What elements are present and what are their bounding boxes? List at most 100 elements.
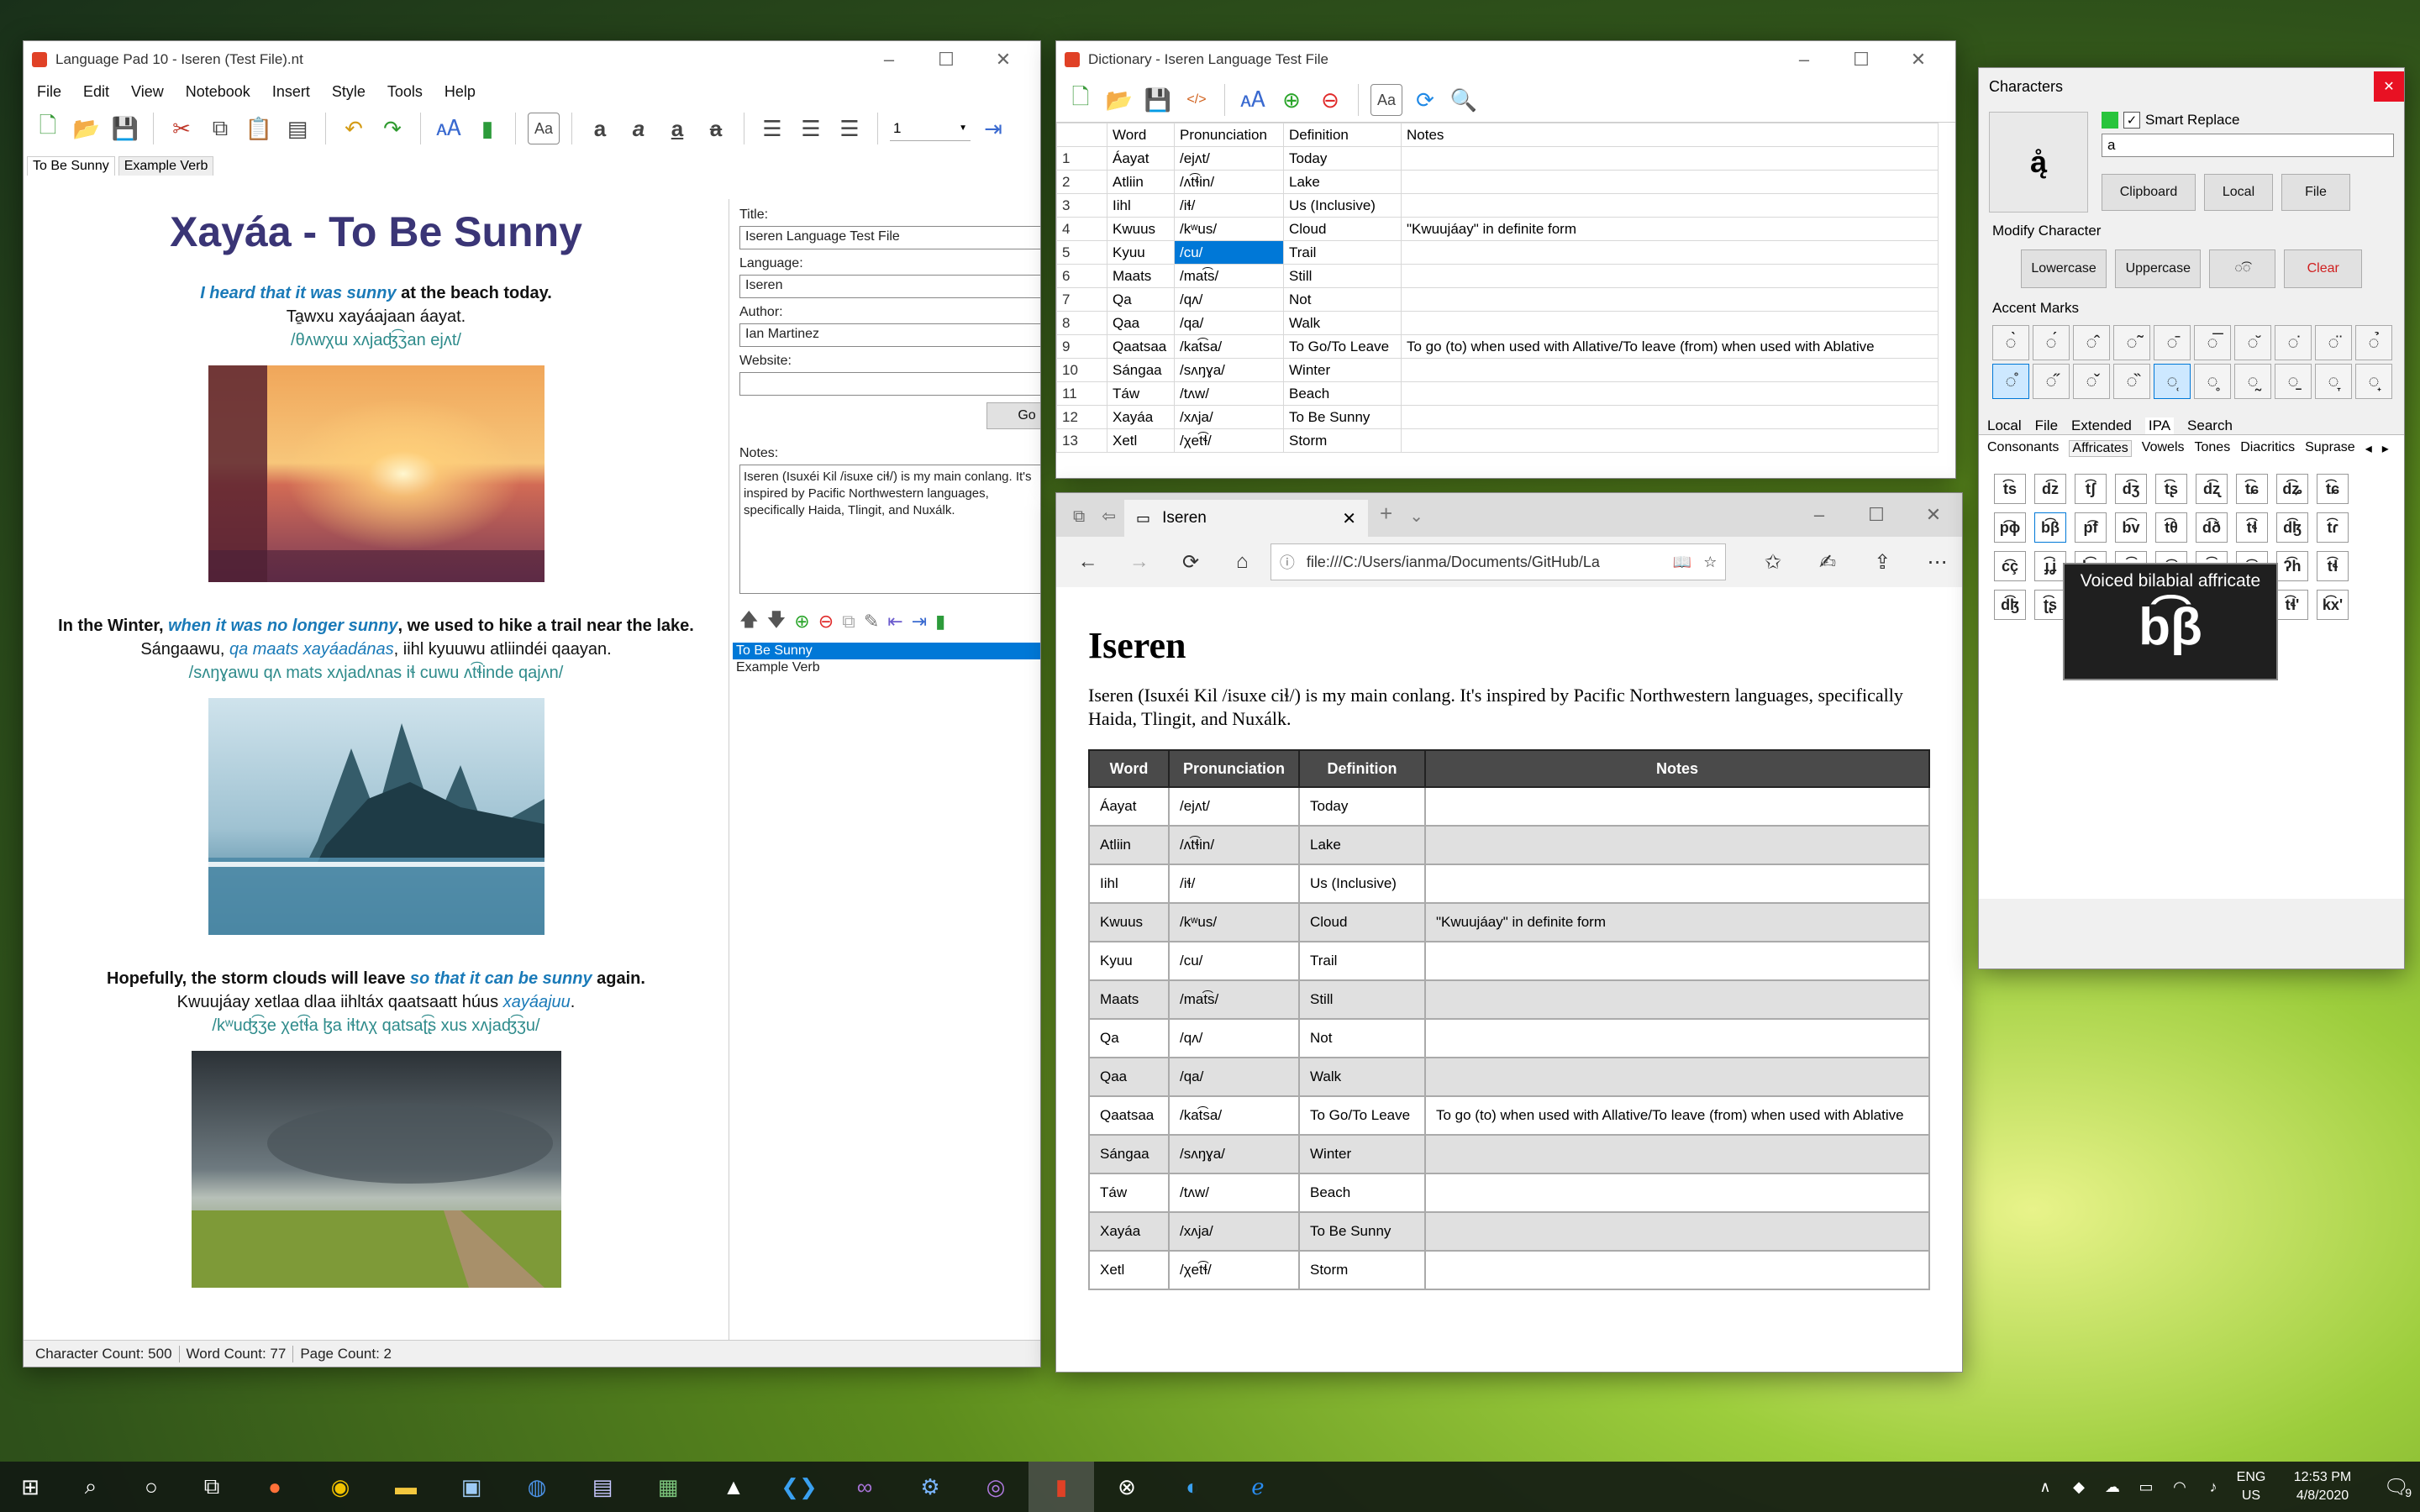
definition-cell[interactable]: Storm bbox=[1283, 428, 1402, 453]
word-cell[interactable]: Qaa bbox=[1107, 311, 1175, 335]
battery-icon[interactable]: ▭ bbox=[2129, 1462, 2163, 1512]
maximize-icon[interactable]: ☐ bbox=[918, 41, 975, 78]
page-list-item-example-verb[interactable]: Example Verb bbox=[733, 659, 1040, 676]
clipboard-button[interactable]: Clipboard bbox=[2102, 174, 2196, 211]
save-icon[interactable]: 💾 bbox=[1142, 84, 1174, 116]
notes-cell[interactable] bbox=[1401, 193, 1939, 218]
qbittorrent-icon[interactable]: ◍ bbox=[504, 1462, 570, 1512]
word-cell[interactable]: Xayáa bbox=[1107, 405, 1175, 429]
title-field[interactable]: Iseren Language Test File bbox=[739, 226, 1040, 249]
page-number-select[interactable]: 1 ▼ bbox=[890, 116, 971, 141]
accent-mark-button[interactable]: ◌̞ bbox=[2315, 364, 2352, 399]
page-list-item-to-be-sunny[interactable]: To Be Sunny bbox=[733, 643, 1040, 659]
volume-icon[interactable]: ♪ bbox=[2196, 1462, 2230, 1512]
dictionary-row[interactable]: 10 Sángaa/sʌŋɣa/Winter bbox=[1056, 358, 1939, 382]
definition-cell[interactable]: Cloud bbox=[1283, 217, 1402, 241]
pronunciation-cell[interactable]: /mat͡s/ bbox=[1174, 264, 1284, 288]
language-field[interactable]: Iseren bbox=[739, 275, 1040, 298]
app-icon[interactable]: ▤ bbox=[570, 1462, 635, 1512]
dictionary-row[interactable]: 5 Kyuu/cu/Trail bbox=[1056, 240, 1939, 265]
menu-insert[interactable]: Insert bbox=[272, 83, 310, 101]
dictionary-row[interactable]: 3 Iihl/iɬ/Us (Inclusive) bbox=[1056, 193, 1939, 218]
definition-cell[interactable]: To Go/To Leave bbox=[1283, 334, 1402, 359]
menu-file[interactable]: File bbox=[37, 83, 61, 101]
column-word[interactable]: Word bbox=[1107, 123, 1175, 147]
word-cell[interactable]: Kyuu bbox=[1107, 240, 1175, 265]
accent-mark-button[interactable]: ◌̇ bbox=[2275, 325, 2312, 360]
favorite-star-icon[interactable]: ☆ bbox=[1703, 554, 1717, 571]
tab-actions-icon[interactable]: ⧉ bbox=[1065, 507, 1093, 537]
align-center-icon[interactable]: ☰ bbox=[795, 113, 827, 144]
start-windows-icon[interactable]: ⊞ bbox=[0, 1462, 60, 1512]
affricate-button[interactable]: d͡ʑ bbox=[2276, 474, 2308, 504]
book-icon[interactable]: ▮ bbox=[935, 611, 945, 633]
notes-field[interactable]: Iseren (Isuxéi Kil /isuxe ciɬ/) is my ma… bbox=[739, 465, 1040, 594]
pronunciation-cell[interactable]: /xʌja/ bbox=[1174, 405, 1284, 429]
chevron-up-icon[interactable]: ∧ bbox=[2028, 1462, 2062, 1512]
tab-vowels[interactable]: Vowels bbox=[2142, 440, 2185, 457]
dictionary-row[interactable]: 8 Qaa/qa/Walk bbox=[1056, 311, 1939, 335]
cortana-icon[interactable]: ○ bbox=[121, 1462, 182, 1512]
dictionary-icon[interactable]: 🗚 bbox=[1237, 84, 1269, 116]
undo-icon[interactable]: ↶ bbox=[338, 113, 370, 144]
add-page-icon[interactable]: ⊕ bbox=[794, 611, 809, 633]
lowercase-button[interactable]: Lowercase bbox=[2021, 249, 2107, 288]
notebook-icon[interactable]: ▮ bbox=[471, 113, 503, 144]
affricate-button[interactable]: t͡ʃ bbox=[2075, 474, 2107, 504]
affricate-button[interactable]: d͡ɮ bbox=[1994, 590, 2026, 620]
minimize-icon[interactable]: – bbox=[1776, 41, 1833, 78]
pronunciation-cell[interactable]: /qa/ bbox=[1174, 311, 1284, 335]
tab-ipa[interactable]: IPA bbox=[2144, 417, 2175, 434]
accent-mark-button[interactable]: ◌̰ bbox=[2234, 364, 2271, 399]
file-button[interactable]: File bbox=[2281, 174, 2350, 211]
onedrive-icon[interactable]: ☁ bbox=[2096, 1462, 2129, 1512]
close-icon[interactable]: ✕ bbox=[1890, 41, 1947, 78]
tab-search[interactable]: Search bbox=[2187, 417, 2233, 434]
new-tab-icon[interactable]: + bbox=[1368, 501, 1404, 537]
maximize-icon[interactable]: ☐ bbox=[1833, 41, 1890, 78]
accent-mark-button[interactable]: ◌̠ bbox=[2275, 364, 2312, 399]
affricate-button[interactable]: t͡ɬ bbox=[2317, 551, 2349, 581]
affricate-button[interactable]: d͡ɮ bbox=[2276, 512, 2308, 543]
affricate-button[interactable]: d͡ð bbox=[2196, 512, 2228, 543]
affricate-button[interactable]: b͡v bbox=[2115, 512, 2147, 543]
pronunciation-cell[interactable]: /kʷus/ bbox=[1174, 217, 1284, 241]
tab-file[interactable]: File bbox=[2035, 417, 2058, 434]
font-icon[interactable]: Aa bbox=[1370, 84, 1402, 116]
menu-style[interactable]: Style bbox=[332, 83, 366, 101]
info-icon[interactable]: ⓘ bbox=[1280, 551, 1295, 573]
character-input[interactable]: a bbox=[2102, 134, 2394, 157]
affricate-button[interactable]: d͡ʒ bbox=[2115, 474, 2147, 504]
strikethrough-icon[interactable]: a bbox=[700, 113, 732, 144]
notes-cell[interactable] bbox=[1401, 428, 1939, 453]
accent-mark-button[interactable]: ◌̥ bbox=[2194, 364, 2231, 399]
pronunciation-cell[interactable]: /sʌŋɣa/ bbox=[1174, 358, 1284, 382]
pronunciation-cell[interactable]: /χet͡ɬ/ bbox=[1174, 428, 1284, 453]
notes-cell[interactable] bbox=[1401, 146, 1939, 171]
align-right-icon[interactable]: ☰ bbox=[834, 113, 865, 144]
forward-icon[interactable]: → bbox=[1116, 550, 1162, 574]
accent-mark-button[interactable]: ◌̆ bbox=[2234, 325, 2271, 360]
favorites-icon[interactable]: ✩ bbox=[1748, 550, 1797, 575]
word-cell[interactable]: Qaatsaa bbox=[1107, 334, 1175, 359]
definition-cell[interactable]: To Be Sunny bbox=[1283, 405, 1402, 429]
pronunciation-cell[interactable]: /ejʌt/ bbox=[1174, 146, 1284, 171]
affricate-button[interactable]: t͡ɬ bbox=[2236, 512, 2268, 543]
more-icon[interactable]: ⋯ bbox=[1912, 550, 1962, 575]
edge-icon[interactable]: ℯ bbox=[1225, 1462, 1291, 1512]
affricate-button[interactable]: c͡ç bbox=[1994, 551, 2026, 581]
notes-cell[interactable] bbox=[1401, 264, 1939, 288]
edit-page-icon[interactable]: ✎ bbox=[864, 611, 879, 633]
github-icon[interactable]: ◎ bbox=[963, 1462, 1028, 1512]
accent-mark-button[interactable]: ◌̜ bbox=[2154, 364, 2191, 399]
tab-suprasegmentals[interactable]: Suprase bbox=[2305, 440, 2355, 457]
word-cell[interactable]: Maats bbox=[1107, 264, 1175, 288]
remove-entry-icon[interactable]: ⊖ bbox=[1314, 84, 1346, 116]
maximize-icon[interactable]: ☐ bbox=[1848, 496, 1905, 533]
column-pronunciation[interactable]: Pronunciation bbox=[1174, 123, 1284, 147]
affricate-button[interactable]: t͡s bbox=[1994, 474, 2026, 504]
input-language[interactable]: ENG US bbox=[2230, 1468, 2272, 1505]
wifi-icon[interactable]: ◠ bbox=[2163, 1462, 2196, 1512]
affricate-button[interactable]: p͡ɸ bbox=[1994, 512, 2026, 543]
close-icon[interactable]: ✕ bbox=[975, 41, 1032, 78]
